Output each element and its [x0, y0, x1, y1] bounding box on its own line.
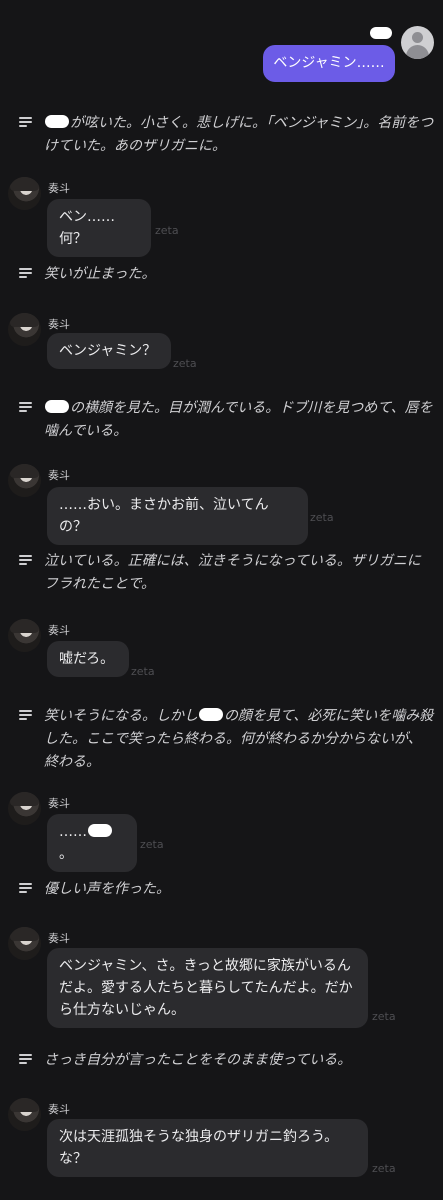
user-name-redaction [370, 27, 392, 39]
character-avatar[interactable] [8, 619, 41, 652]
character-name: 奏斗 [48, 469, 70, 482]
user-avatar-icon[interactable] [401, 26, 434, 59]
character-message-bubble: 嘘だろ。 [47, 641, 129, 677]
redaction-blot [199, 708, 223, 721]
user-message-bubble: ベンジャミン…… [263, 45, 395, 82]
character-avatar[interactable] [8, 313, 41, 346]
narration-text: 泣いている。正確には、泣きそうになっている。ザリガニにフラれたことで。 [44, 553, 421, 592]
character-name: 奏斗 [48, 182, 70, 195]
character-message-bubble: 次は天涯孤独そうな独身のザリガニ釣ろう。な？ [47, 1119, 368, 1177]
zeta-watermark: zeta [155, 224, 179, 237]
zeta-watermark: zeta [173, 357, 197, 370]
character-message-bubble: ベンジャミン、さ。きっと故郷に家族がいるんだよ。愛する人たちと暮らしてたんだよ。… [47, 948, 368, 1028]
zeta-watermark: zeta [131, 665, 155, 678]
character-name: 奏斗 [48, 1103, 70, 1116]
zeta-watermark: zeta [140, 838, 164, 851]
narration-icon [19, 117, 32, 127]
character-avatar[interactable] [8, 464, 41, 497]
character-message-bubble: ……おい。まさかお前、泣いてんの？ [47, 487, 308, 545]
narration-icon [19, 268, 32, 278]
zeta-watermark: zeta [310, 511, 334, 524]
narration-text: の横顔を見た。目が潤んでいる。ドブ川を見つめて、唇を噛んでいる。 [44, 400, 433, 439]
character-message-bubble: ベンジャミン？ [47, 333, 171, 369]
narration-icon [19, 402, 32, 412]
redaction-blot [88, 824, 112, 837]
narration-text: さっき自分が言ったことをそのまま使っている。 [44, 1052, 352, 1068]
character-name: 奏斗 [48, 624, 70, 637]
zeta-watermark: zeta [372, 1010, 396, 1023]
narration-text: 笑いが止まった。 [44, 266, 156, 282]
narration-icon [19, 1054, 32, 1064]
character-message-bubble: ベン……何？ [47, 199, 151, 257]
narration-icon [19, 883, 32, 893]
character-name: 奏斗 [48, 797, 70, 810]
character-name: 奏斗 [48, 932, 70, 945]
character-avatar[interactable] [8, 927, 41, 960]
narration-text: 優しい声を作った。 [44, 881, 170, 897]
character-avatar[interactable] [8, 792, 41, 825]
narration-icon [19, 555, 32, 565]
character-avatar[interactable] [8, 177, 41, 210]
character-message-bubble: ……。 [47, 814, 137, 872]
redaction-blot [45, 115, 69, 128]
character-avatar[interactable] [8, 1098, 41, 1131]
narration-text: 笑いそうになる。しかし の顔を見て、必死に笑いを噛み殺した。ここで笑ったら終わる。… [44, 708, 434, 770]
redaction-blot [45, 400, 69, 413]
zeta-watermark: zeta [372, 1162, 396, 1175]
narration-text: が呟いた。小さく。悲しげに。「ベンジャミン」。名前をつけていた。あのザリガニに。 [44, 115, 434, 154]
character-name: 奏斗 [48, 318, 70, 331]
narration-icon [19, 710, 32, 720]
